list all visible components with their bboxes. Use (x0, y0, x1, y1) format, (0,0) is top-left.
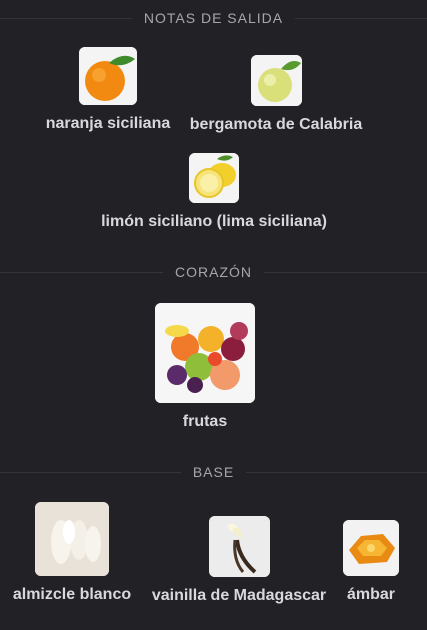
orange-icon (79, 47, 137, 105)
note-limon-siciliano[interactable]: limón siciliano (lima siciliana) (84, 153, 344, 231)
section-title: CORAZÓN (163, 264, 264, 280)
note-frutas[interactable]: frutas (140, 303, 270, 431)
fruits-icon (155, 303, 255, 403)
section-header-top-notes: NOTAS DE SALIDA (0, 8, 427, 28)
note-ambar[interactable]: ámbar (340, 520, 402, 604)
note-name: frutas (182, 413, 228, 430)
note-name: limón siciliano (lima siciliana) (101, 213, 327, 230)
bergamot-icon (250, 55, 302, 106)
note-name: bergamota de Calabria (189, 116, 363, 133)
section-header-base-notes: BASE (0, 462, 427, 482)
note-name: ámbar (346, 586, 396, 603)
section-title: NOTAS DE SALIDA (131, 10, 296, 26)
amber-icon (343, 520, 399, 576)
note-bergamota-de-calabria[interactable]: bergamota de Calabria (186, 55, 366, 134)
note-naranja-siciliana[interactable]: naranja siciliana (44, 47, 172, 133)
note-name: almizcle blanco (12, 586, 132, 603)
note-name: vainilla de Madagascar (151, 587, 327, 604)
note-vainilla-de-madagascar[interactable]: vainilla de Madagascar (146, 516, 332, 605)
section-title: BASE (180, 464, 247, 480)
vanilla-icon (208, 516, 270, 577)
lemon-icon (189, 153, 239, 203)
white-musk-icon (35, 502, 109, 576)
section-header-heart-notes: CORAZÓN (0, 262, 427, 282)
note-almizcle-blanco[interactable]: almizcle blanco (8, 502, 136, 604)
note-name: naranja siciliana (45, 115, 171, 132)
